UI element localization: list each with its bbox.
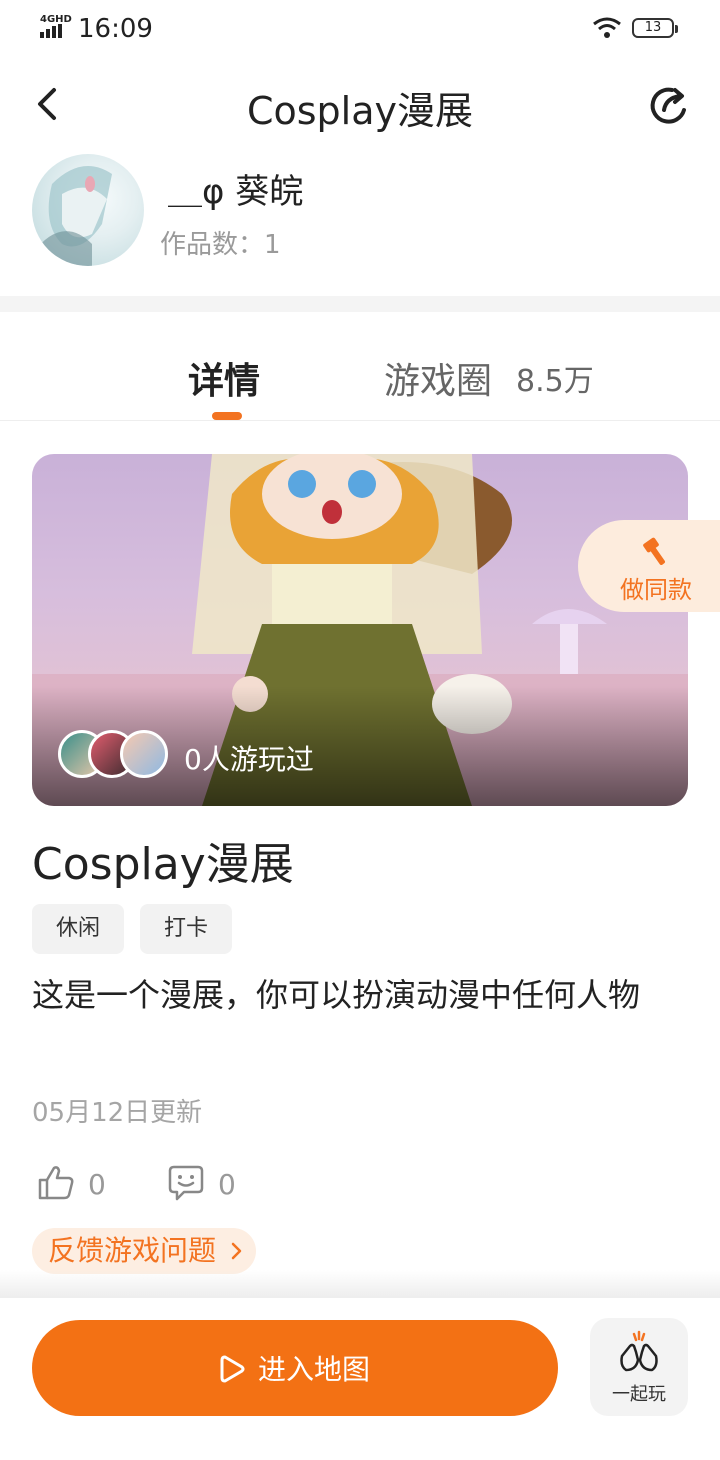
thumbs-up-icon[interactable]	[36, 1164, 76, 1202]
tag-checkin[interactable]: 打卡	[140, 904, 233, 954]
status-bar: 4GHD 16:09 13	[0, 0, 720, 56]
chevron-right-icon	[231, 1242, 242, 1260]
author-avatar[interactable]	[32, 154, 144, 266]
feedback-label: 反馈游戏问题	[48, 1234, 217, 1267]
tab-active-indicator	[212, 412, 242, 420]
update-date: 05月12日更新	[32, 1098, 203, 1128]
battery-indicator: 13	[632, 18, 678, 38]
author-name[interactable]: ＿φ 葵皖	[168, 164, 303, 213]
wifi-icon	[593, 17, 621, 38]
tab-game-circle-count[interactable]: 8.5万	[516, 356, 594, 400]
comment-count: 0	[218, 1168, 236, 1201]
page-title: Cosplay漫展	[246, 89, 474, 133]
enter-map-label: 进入地图	[258, 1353, 371, 1386]
played-count: 0人游玩过	[184, 743, 314, 776]
enter-map-button[interactable]: 进入地图	[32, 1320, 558, 1416]
section-divider	[0, 296, 720, 312]
works-count: 作品数：1	[160, 230, 281, 260]
network-type: 4GHD	[40, 14, 72, 25]
tab-details[interactable]: 详情	[188, 352, 260, 404]
hammer-icon	[643, 537, 665, 565]
back-arrow-icon[interactable]	[30, 84, 70, 124]
status-time: 16:09	[78, 14, 153, 44]
player-avatar	[120, 730, 168, 778]
tab-game-circle[interactable]: 游戏圈	[384, 352, 492, 404]
make-same-button[interactable]: 做同款	[578, 520, 720, 612]
tabs-divider	[0, 420, 720, 421]
bottom-shadow	[0, 1270, 720, 1300]
play-together-button[interactable]: 一起玩	[590, 1318, 688, 1416]
clap-hands-icon	[620, 1330, 658, 1372]
feedback-button[interactable]: 反馈游戏问题	[32, 1228, 257, 1274]
make-same-label: 做同款	[620, 576, 692, 604]
tag-casual[interactable]: 休闲	[32, 904, 125, 954]
game-title: Cosplay漫展	[32, 839, 294, 890]
comment-icon[interactable]	[168, 1164, 204, 1202]
player-avatars	[58, 730, 178, 782]
play-together-label: 一起玩	[612, 1384, 666, 1405]
like-count: 0	[88, 1168, 106, 1201]
game-description: 这是一个漫展，你可以扮演动漫中任何人物	[32, 976, 641, 1014]
share-icon[interactable]	[648, 84, 692, 128]
play-icon	[220, 1355, 245, 1383]
signal-icon: 4GHD	[40, 14, 74, 42]
